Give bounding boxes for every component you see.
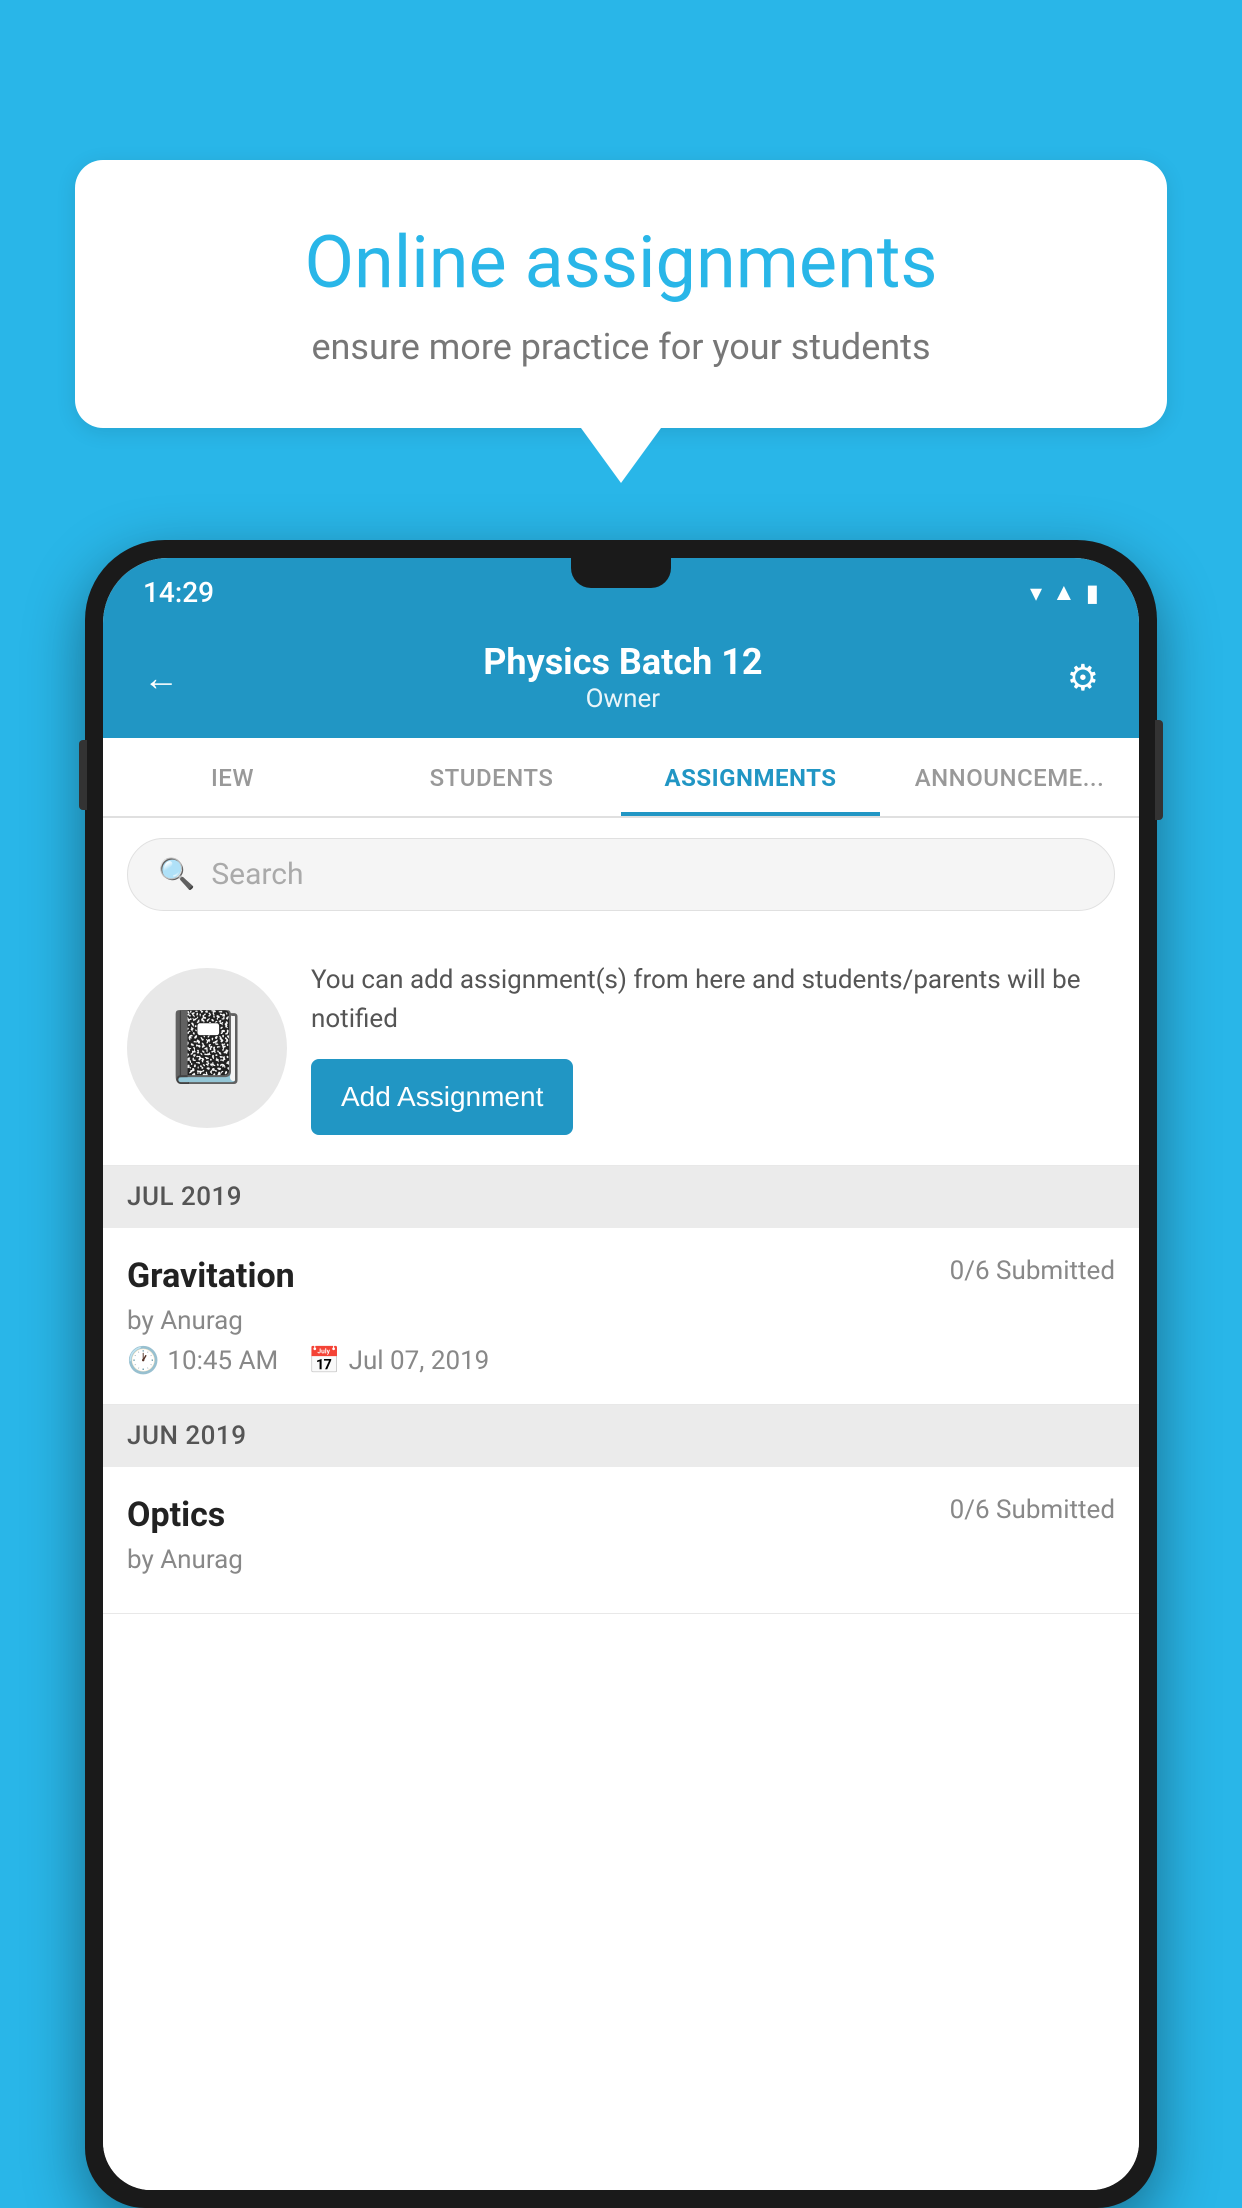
month-label-jul: JUL 2019: [127, 1182, 242, 1212]
assignment-date-label: Jul 07, 2019: [349, 1346, 490, 1376]
assignment-title-gravitation: Gravitation: [127, 1256, 295, 1296]
assignment-by-gravitation: by Anurag: [127, 1306, 1115, 1336]
phone-volume-button: [79, 740, 87, 810]
assignment-submitted-gravitation: 0/6 Submitted: [950, 1256, 1115, 1286]
tab-iew[interactable]: IEW: [103, 738, 362, 816]
assignment-item-optics[interactable]: Optics 0/6 Submitted by Anurag: [103, 1467, 1139, 1614]
wifi-icon: ▾: [1030, 579, 1042, 607]
speech-bubble: Online assignments ensure more practice …: [75, 160, 1167, 428]
header-title-area: Physics Batch 12 Owner: [179, 641, 1067, 714]
phone-power-button: [1155, 720, 1163, 820]
speech-bubble-title: Online assignments: [145, 220, 1097, 306]
settings-button[interactable]: ⚙: [1067, 657, 1099, 699]
speech-bubble-arrow: [581, 428, 661, 483]
assignment-date-gravitation: 📅 Jul 07, 2019: [308, 1346, 489, 1376]
signal-icon: ▲: [1052, 578, 1076, 607]
back-button[interactable]: ←: [143, 657, 179, 699]
assignment-title-optics: Optics: [127, 1495, 225, 1535]
speech-bubble-area: Online assignments ensure more practice …: [75, 160, 1167, 483]
speech-bubble-subtitle: ensure more practice for your students: [145, 326, 1097, 368]
assignment-optics-row1: Optics 0/6 Submitted: [127, 1495, 1115, 1535]
promo-section: 📓 You can add assignment(s) from here an…: [103, 931, 1139, 1166]
phone-screen: 14:29 ▾ ▲ ▮ ← Physics Batch 12 Owner ⚙ I…: [103, 558, 1139, 2190]
status-time: 14:29: [143, 576, 214, 609]
assignment-time-label: 10:45 AM: [167, 1346, 278, 1376]
phone-notch: [571, 558, 671, 588]
assignment-meta-gravitation: 🕐 10:45 AM 📅 Jul 07, 2019: [127, 1346, 1115, 1376]
battery-icon: ▮: [1086, 579, 1099, 607]
month-header-jun: JUN 2019: [103, 1405, 1139, 1467]
tab-assignments[interactable]: ASSIGNMENTS: [621, 738, 880, 816]
search-icon: 🔍: [158, 857, 195, 892]
promo-description: You can add assignment(s) from here and …: [311, 961, 1115, 1039]
phone-frame: 14:29 ▾ ▲ ▮ ← Physics Batch 12 Owner ⚙ I…: [85, 540, 1157, 2208]
tabs-bar: IEW STUDENTS ASSIGNMENTS ANNOUNCEME...: [103, 738, 1139, 818]
assignment-by-optics: by Anurag: [127, 1545, 1115, 1575]
assignment-row-1: Gravitation 0/6 Submitted: [127, 1256, 1115, 1296]
screen-subtitle: Owner: [179, 684, 1067, 714]
app-header: ← Physics Batch 12 Owner ⚙: [103, 621, 1139, 738]
status-icons: ▾ ▲ ▮: [1030, 578, 1099, 607]
month-header-jul: JUL 2019: [103, 1166, 1139, 1228]
assignment-time-gravitation: 🕐 10:45 AM: [127, 1346, 278, 1376]
search-placeholder: Search: [211, 857, 303, 892]
month-label-jun: JUN 2019: [127, 1421, 246, 1451]
promo-text-area: You can add assignment(s) from here and …: [311, 961, 1115, 1135]
clock-icon: 🕐: [127, 1346, 159, 1376]
tab-students[interactable]: STUDENTS: [362, 738, 621, 816]
assignment-icon: 📓: [163, 1007, 250, 1089]
assignment-submitted-optics: 0/6 Submitted: [950, 1495, 1115, 1525]
calendar-icon: 📅: [308, 1346, 340, 1376]
search-bar-container: 🔍 Search: [103, 818, 1139, 931]
search-bar[interactable]: 🔍 Search: [127, 838, 1115, 911]
add-assignment-button[interactable]: Add Assignment: [311, 1059, 573, 1135]
content-area: 🔍 Search 📓 You can add assignment(s) fro…: [103, 818, 1139, 2190]
tab-announcements[interactable]: ANNOUNCEME...: [880, 738, 1139, 816]
screen-title: Physics Batch 12: [179, 641, 1067, 684]
assignment-item-gravitation[interactable]: Gravitation 0/6 Submitted by Anurag 🕐 10…: [103, 1228, 1139, 1405]
promo-icon-circle: 📓: [127, 968, 287, 1128]
